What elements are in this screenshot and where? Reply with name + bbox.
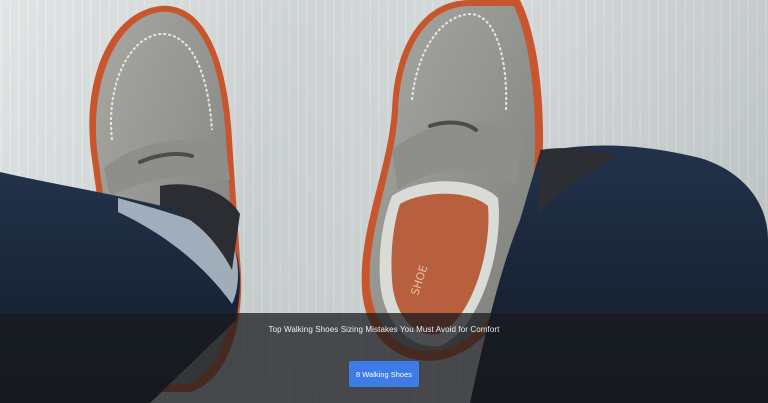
walking-shoes-button[interactable]: 8 Walking Shoes [349, 361, 419, 387]
hero-banner: SHOE Top Walking Shoes Sizing Mistakes Y… [0, 0, 768, 403]
hero-caption: Top Walking Shoes Sizing Mistakes You Mu… [268, 325, 500, 334]
